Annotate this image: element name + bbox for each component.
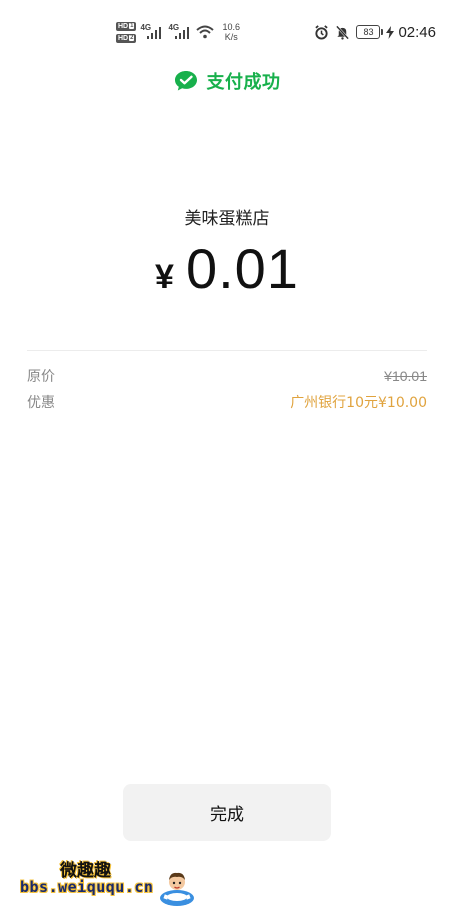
hd-indicators: HD 1 HD 2	[116, 21, 137, 43]
hd-badge-sim1: HD 1	[116, 21, 137, 31]
currency-symbol: ¥	[155, 258, 174, 296]
amount-value: 0.01	[185, 237, 299, 300]
status-time: 02:46	[398, 23, 436, 41]
signal-bars-icon	[175, 27, 190, 39]
network-speed-value: 10.6	[222, 22, 240, 32]
discount-label: 优惠	[27, 395, 55, 411]
original-price-value: ¥10.01	[384, 368, 427, 384]
done-button-label: 完成	[210, 805, 244, 825]
alarm-clock-icon	[315, 24, 329, 40]
site-watermark: 微趣趣 bbs.weiququ.cn	[20, 852, 200, 912]
battery-indicator: 83	[356, 25, 384, 39]
mute-bell-icon	[336, 25, 350, 40]
merchant-name: 美味蛋糕店	[184, 209, 270, 229]
wifi-icon	[196, 25, 215, 39]
hd-badge-text: HD	[118, 34, 129, 42]
status-bar-right: 83 02:46	[314, 22, 436, 42]
original-price-label: 原价	[27, 369, 55, 385]
hd-badge-text: HD	[118, 22, 129, 30]
hd-badge-sub: 1	[129, 23, 135, 29]
original-price-row: 原价 ¥10.01	[27, 365, 427, 387]
network-speed-unit: K/s	[224, 32, 238, 42]
watermark-url: bbs.weiququ.cn	[20, 878, 154, 896]
hd-badge-sim2: HD 2	[116, 33, 137, 43]
network-speed: 10.6 K/s	[222, 22, 240, 42]
status-bar-left: HD 1 HD 2 4G 4G 10.6 K/s	[116, 18, 240, 46]
discount-row: 优惠 广州银行10元¥10.00	[27, 391, 427, 413]
battery-level: 83	[363, 27, 374, 37]
payment-success-header: 支付成功	[0, 66, 454, 96]
discount-value: 广州银行10元¥10.00	[290, 395, 427, 411]
mascot-swim-ring-icon	[160, 872, 194, 906]
signal-sim1: 4G	[140, 21, 164, 43]
success-title: 支付成功	[206, 72, 281, 93]
status-bar: HD 1 HD 2 4G 4G 10.6 K/s 83 02:46	[0, 0, 454, 58]
details-divider	[27, 350, 427, 351]
signal-bars-icon	[147, 27, 162, 39]
done-button[interactable]: 完成	[123, 784, 331, 841]
signal-sim2: 4G	[168, 21, 192, 43]
charging-bolt-icon	[386, 25, 395, 39]
wechat-pay-success-icon	[174, 71, 197, 91]
hd-badge-sub: 2	[129, 35, 135, 41]
payment-amount: ¥ 0.01	[0, 236, 454, 301]
